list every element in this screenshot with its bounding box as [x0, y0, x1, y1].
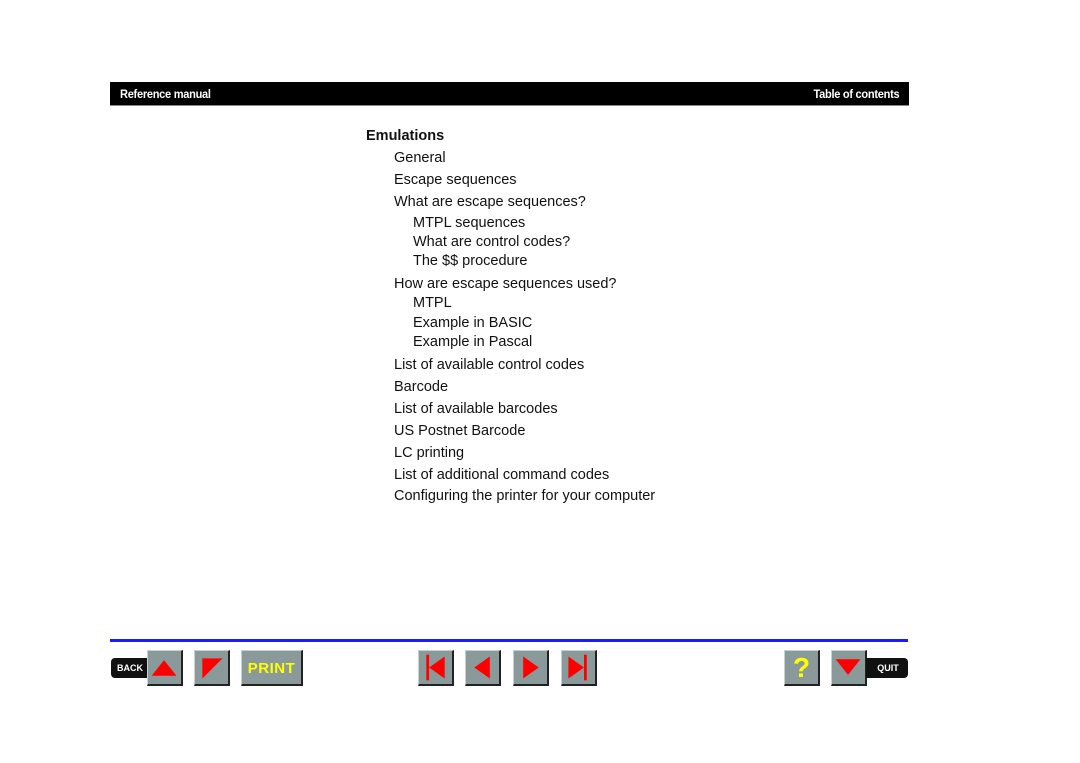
quit-button[interactable]: QUIT [866, 658, 908, 678]
triangle-up-icon [151, 660, 177, 676]
toc-entry-title[interactable]: Example in BASIC [413, 315, 532, 331]
toc-entry-title[interactable]: Escape sequences [394, 172, 517, 188]
header-title-left: Reference manual [120, 87, 211, 101]
question-mark-icon: ? [792, 652, 811, 683]
back-button[interactable]: BACK [111, 658, 149, 678]
toc-entry-title[interactable]: US Postnet Barcode [394, 423, 525, 439]
toc-entry-title[interactable]: What are escape sequences? [394, 194, 586, 210]
header-bar: Reference manual Table of contents [110, 82, 909, 106]
toc-entry-title[interactable]: Barcode [394, 379, 448, 395]
toc-entry-title[interactable]: MTPL sequences [413, 215, 525, 231]
previous-page-icon [474, 656, 490, 679]
back-to-toc-button[interactable] [194, 650, 230, 686]
print-label: PRINT [247, 660, 296, 677]
toc-chapter-title[interactable]: Emulations [366, 128, 444, 144]
toc-entry-title[interactable]: List of available control codes [394, 357, 584, 373]
toc-entry-title[interactable]: General [394, 150, 446, 166]
next-page-button[interactable] [513, 650, 549, 686]
toc-entry-title[interactable]: MTPL [413, 295, 452, 311]
first-page-button[interactable] [418, 650, 454, 686]
toc-entry-title[interactable]: How are escape sequences used? [394, 276, 616, 292]
first-page-icon [426, 654, 445, 681]
next-view-button[interactable] [831, 650, 867, 686]
toc-entry-title[interactable]: The $$ procedure [413, 253, 527, 269]
last-page-icon [568, 654, 587, 681]
previous-view-button[interactable] [147, 650, 183, 686]
next-page-icon [523, 656, 539, 679]
toc-entry-title[interactable]: LC printing [394, 445, 464, 461]
corner-arrow-icon [202, 658, 223, 679]
toc-entry-title[interactable]: Configuring the printer for your compute… [394, 488, 655, 504]
toc-entry-title[interactable]: What are control codes? [413, 234, 570, 250]
footer-divider [110, 639, 908, 642]
toc-entry-title[interactable]: List of additional command codes [394, 467, 609, 483]
last-page-button[interactable] [561, 650, 597, 686]
header-title-right: Table of contents [813, 87, 899, 101]
triangle-down-icon [835, 659, 861, 675]
previous-page-button[interactable] [465, 650, 501, 686]
toc-entry-title[interactable]: Example in Pascal [413, 334, 532, 350]
help-button[interactable]: ? [784, 650, 820, 686]
toc-entry-title[interactable]: List of available barcodes [394, 401, 558, 417]
print-button[interactable]: PRINT [241, 650, 303, 686]
